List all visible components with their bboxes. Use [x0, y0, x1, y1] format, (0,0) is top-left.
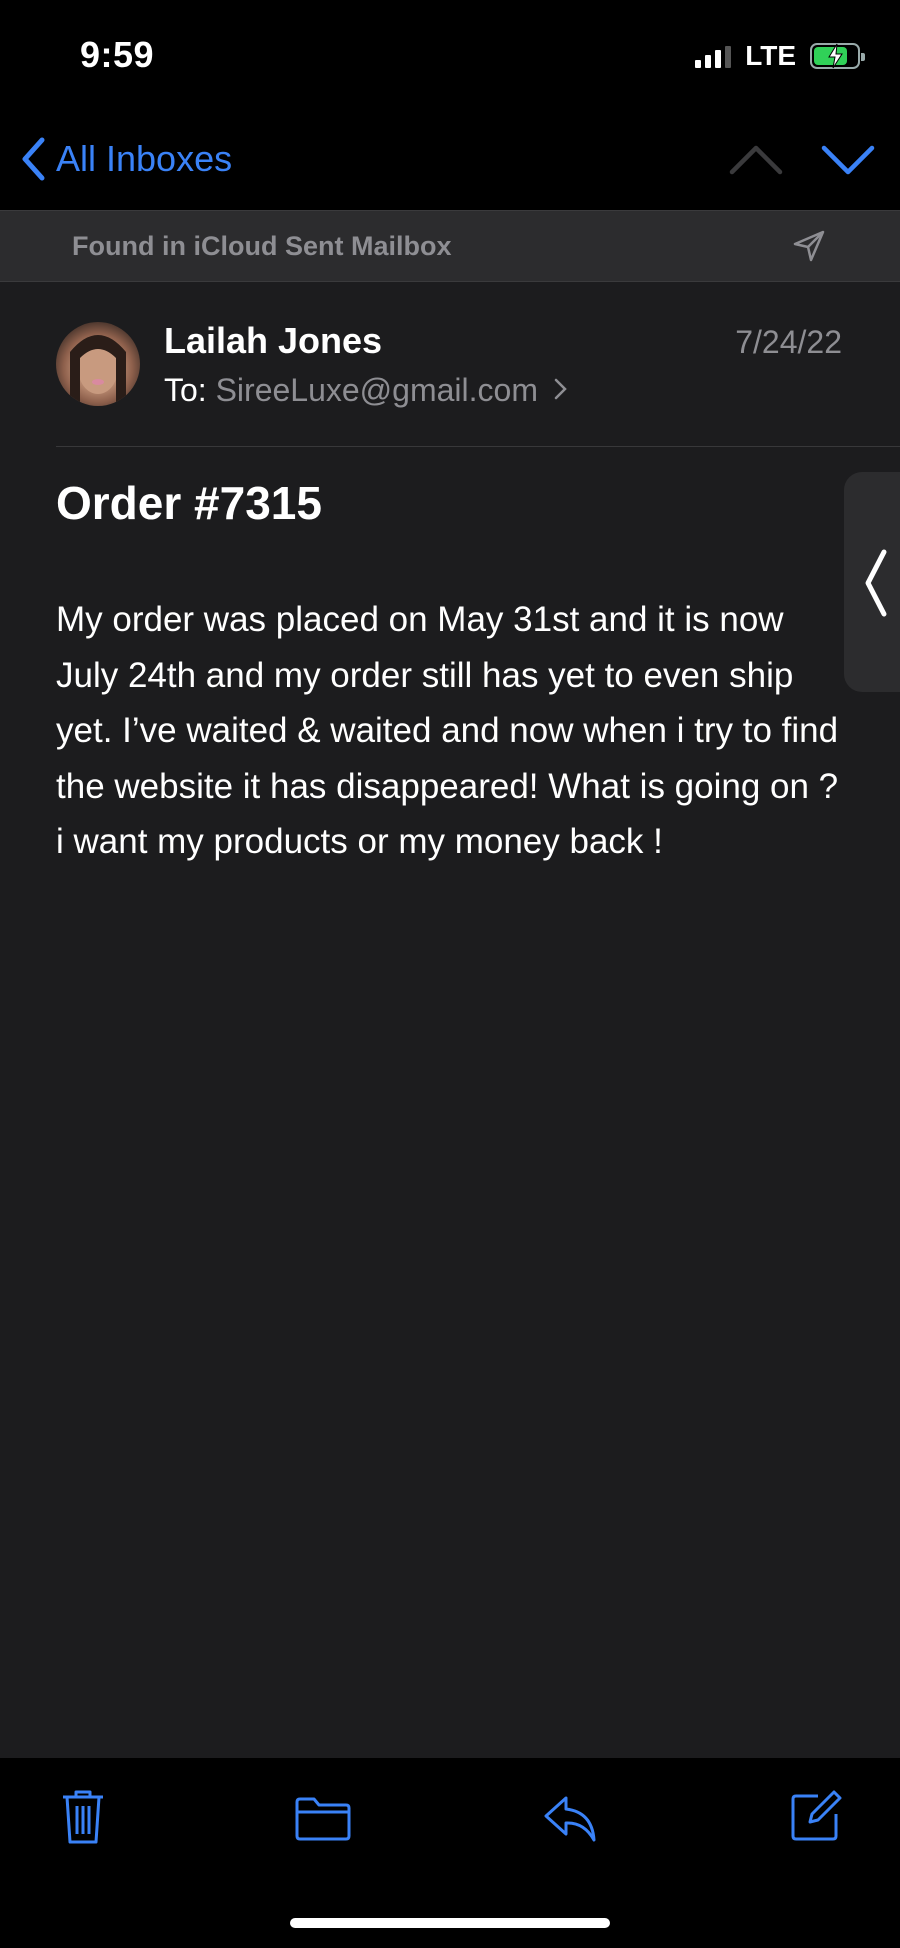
back-label: All Inboxes — [56, 138, 233, 179]
chevron-up-icon[interactable] — [728, 138, 784, 182]
side-panel-handle[interactable] — [844, 472, 900, 692]
sender-name[interactable]: Lailah Jones — [164, 320, 382, 362]
home-indicator[interactable] — [290, 1918, 610, 1928]
to-label: To: — [164, 372, 207, 408]
avatar — [56, 322, 140, 406]
recipient-line[interactable]: To: SireeLuxe@gmail.com — [164, 372, 569, 409]
send-icon — [793, 230, 825, 262]
battery-icon — [810, 43, 865, 69]
back-button[interactable]: All Inboxes — [20, 136, 232, 182]
status-time: 9:59 — [80, 34, 155, 75]
status-indicators: LTE — [695, 40, 865, 72]
chevron-left-icon — [865, 549, 887, 617]
folder-icon[interactable] — [294, 1796, 352, 1842]
bottom-toolbar — [0, 1758, 900, 1948]
signal-icon — [695, 44, 732, 68]
nav-bar: All Inboxes — [0, 110, 900, 210]
compose-icon[interactable] — [790, 1788, 842, 1842]
mailbox-banner: Found in iCloud Sent Mailbox — [0, 210, 900, 282]
network-label: LTE — [745, 40, 796, 71]
status-bar: 9:59 LTE — [0, 0, 900, 110]
recipient-address[interactable]: SireeLuxe@gmail.com — [216, 372, 538, 408]
reply-icon[interactable] — [542, 1794, 598, 1844]
trash-icon[interactable] — [60, 1788, 106, 1846]
chevron-down-icon[interactable] — [820, 138, 876, 182]
message-subject: Order #7315 — [56, 477, 322, 529]
banner-text: Found in iCloud Sent Mailbox — [72, 231, 452, 261]
message-navigation — [728, 138, 876, 182]
chevron-right-icon — [554, 378, 567, 400]
header-divider — [56, 446, 900, 447]
message-date: 7/24/22 — [735, 324, 842, 360]
chevron-left-icon — [22, 137, 45, 181]
message-body: My order was placed on May 31st and it i… — [56, 600, 839, 861]
